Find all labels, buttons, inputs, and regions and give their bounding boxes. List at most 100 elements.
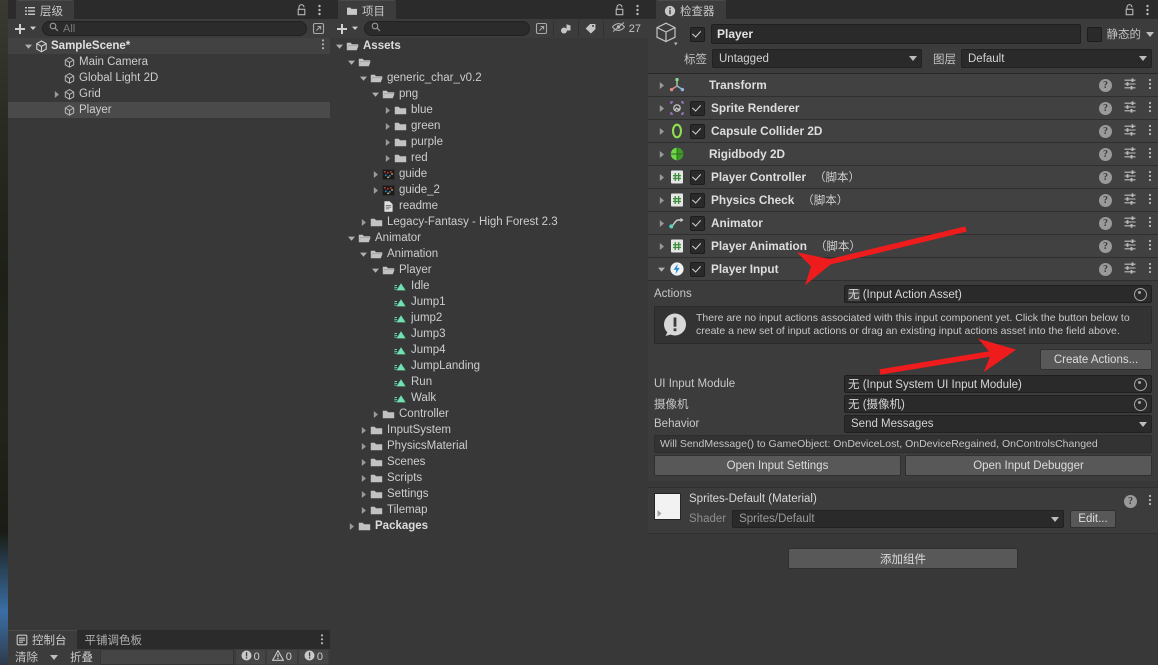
hierarchy-item-global-light-2d[interactable]: Global Light 2D [8, 70, 330, 86]
project-item-jump2[interactable]: jump2 [330, 310, 648, 326]
object-picker-icon[interactable] [1134, 377, 1147, 391]
static-checkbox[interactable] [1086, 26, 1102, 42]
console-info-count[interactable]: 0 [298, 650, 328, 664]
project-item-jump1[interactable]: Jump1 [330, 294, 648, 310]
chevron-down-icon[interactable] [333, 38, 346, 54]
lock-icon[interactable] [1123, 3, 1136, 17]
actions-object-field[interactable]: 无 (Input Action Asset) [844, 285, 1152, 303]
project-item-purple[interactable]: purple [330, 134, 648, 150]
chevron-right-icon[interactable] [50, 86, 63, 102]
component-menu-icon[interactable] [1148, 192, 1152, 209]
chevron-right-icon[interactable] [654, 196, 668, 205]
chevron-right-icon[interactable] [369, 166, 382, 182]
component-header-rigidbody-2d[interactable]: Rigidbody 2D? [648, 143, 1158, 166]
component-menu-icon[interactable] [1148, 146, 1152, 163]
hierarchy-item-main-camera[interactable]: Main Camera [8, 54, 330, 70]
component-header-sprite-renderer[interactable]: Sprite Renderer? [648, 97, 1158, 120]
project-hidden-count[interactable]: 27 [607, 21, 645, 36]
console-clear-dropdown[interactable] [45, 650, 63, 664]
project-item-walk[interactable]: Walk [330, 390, 648, 406]
preset-icon[interactable] [1123, 146, 1137, 163]
help-icon[interactable]: ? [1099, 239, 1112, 253]
tab-console[interactable]: 控制台 [8, 629, 77, 650]
chevron-right-icon[interactable] [654, 104, 668, 113]
component-header-animator[interactable]: Animator? [648, 212, 1158, 235]
project-item-legacy-fantasy-high-forest-2.3[interactable]: Legacy-Fantasy - High Forest 2.3 [330, 214, 648, 230]
object-picker-icon[interactable] [1134, 397, 1147, 411]
chevron-right-icon[interactable] [654, 127, 668, 136]
chevron-down-icon[interactable] [1146, 31, 1154, 37]
component-menu-icon[interactable] [1148, 238, 1152, 255]
chevron-right-icon[interactable] [654, 242, 668, 251]
preset-icon[interactable] [1123, 77, 1137, 94]
chevron-right-icon[interactable] [357, 502, 370, 518]
layer-dropdown[interactable]: Default [961, 49, 1152, 68]
help-icon[interactable]: ? [1099, 193, 1112, 207]
component-enabled-checkbox[interactable] [690, 192, 705, 208]
shader-dropdown[interactable]: Sprites/Default [732, 510, 1064, 528]
component-header-transform[interactable]: Transform? [648, 74, 1158, 97]
chevron-right-icon[interactable] [357, 470, 370, 486]
open-input-debugger-button[interactable]: Open Input Debugger [905, 455, 1152, 476]
tab-tile-palette[interactable]: 平铺调色板 [77, 630, 153, 649]
preset-icon[interactable] [1123, 192, 1137, 209]
project-search-input[interactable] [364, 21, 530, 36]
console-clear-button[interactable]: 清除 [10, 650, 43, 664]
gameobject-name-input[interactable]: Player [711, 24, 1081, 44]
help-icon[interactable]: ? [1124, 495, 1137, 508]
hierarchy-item-grid[interactable]: Grid [8, 86, 330, 102]
project-item-jump4[interactable]: Jump4 [330, 342, 648, 358]
hierarchy-item-samplescene[interactable]: SampleScene* [8, 38, 330, 54]
chevron-right-icon[interactable] [357, 214, 370, 230]
help-icon[interactable]: ? [1099, 262, 1112, 276]
material-foldout-icon[interactable] [655, 509, 664, 521]
chevron-right-icon[interactable] [357, 438, 370, 454]
project-filter-type-button[interactable] [557, 21, 575, 36]
project-item-scenes[interactable]: Scenes [330, 454, 648, 470]
tab-hierarchy[interactable]: 层级 [16, 0, 74, 20]
chevron-down-icon[interactable] [345, 54, 358, 70]
project-item-scripts[interactable]: Scripts [330, 470, 648, 486]
project-create-button[interactable] [333, 21, 361, 36]
preset-icon[interactable] [1123, 100, 1137, 117]
component-header-physics-check[interactable]: Physics Check （脚本）? [648, 189, 1158, 212]
project-item-animation[interactable]: Animation [330, 246, 648, 262]
component-menu-icon[interactable] [1148, 123, 1152, 140]
console-error-count[interactable]: 0 [235, 650, 265, 664]
console-menu-icon[interactable] [320, 633, 324, 649]
help-icon[interactable]: ? [1099, 101, 1112, 115]
project-item-jumplanding[interactable]: JumpLanding [330, 358, 648, 374]
help-icon[interactable]: ? [1099, 170, 1112, 184]
static-toggle-group[interactable]: 静态的 [1086, 26, 1154, 42]
project-item-jump3[interactable]: Jump3 [330, 326, 648, 342]
console-collapse-button[interactable]: 折叠 [65, 650, 98, 664]
material-menu-icon[interactable] [1148, 493, 1152, 510]
chevron-right-icon[interactable] [381, 134, 394, 150]
project-popout-button[interactable] [533, 21, 550, 36]
tag-dropdown[interactable]: Untagged [712, 49, 922, 68]
component-header-player-controller[interactable]: Player Controller （脚本）? [648, 166, 1158, 189]
hierarchy-create-button[interactable] [11, 21, 39, 36]
chevron-right-icon[interactable] [381, 150, 394, 166]
component-menu-icon[interactable] [1148, 169, 1152, 186]
help-icon[interactable]: ? [1099, 147, 1112, 161]
chevron-right-icon[interactable] [369, 406, 382, 422]
scene-view-sliver[interactable] [0, 0, 8, 665]
component-enabled-checkbox[interactable] [690, 100, 705, 116]
tab-project[interactable]: 项目 [338, 0, 396, 20]
object-picker-icon[interactable] [1134, 287, 1147, 301]
preset-icon[interactable] [1123, 261, 1137, 278]
project-item-png[interactable]: png [330, 86, 648, 102]
chevron-down-icon[interactable] [654, 265, 668, 274]
project-item-generic-char-v0.2[interactable]: generic_char_v0.2 [330, 70, 648, 86]
hierarchy-scene-menu-icon[interactable] [321, 38, 325, 54]
edit-shader-button[interactable]: Edit... [1070, 510, 1116, 528]
hierarchy-tree[interactable]: SampleScene* Main Camera Global Light 2D Gr… [8, 38, 330, 630]
gameobject-enabled-checkbox[interactable] [690, 26, 705, 42]
project-item-animator[interactable]: Animator [330, 230, 648, 246]
chevron-right-icon[interactable] [357, 422, 370, 438]
chevron-down-icon[interactable] [357, 70, 370, 86]
component-enabled-checkbox[interactable] [690, 238, 705, 254]
tab-inspector[interactable]: 检查器 [656, 0, 726, 20]
component-header-player-input[interactable]: Player Input? [648, 258, 1158, 281]
